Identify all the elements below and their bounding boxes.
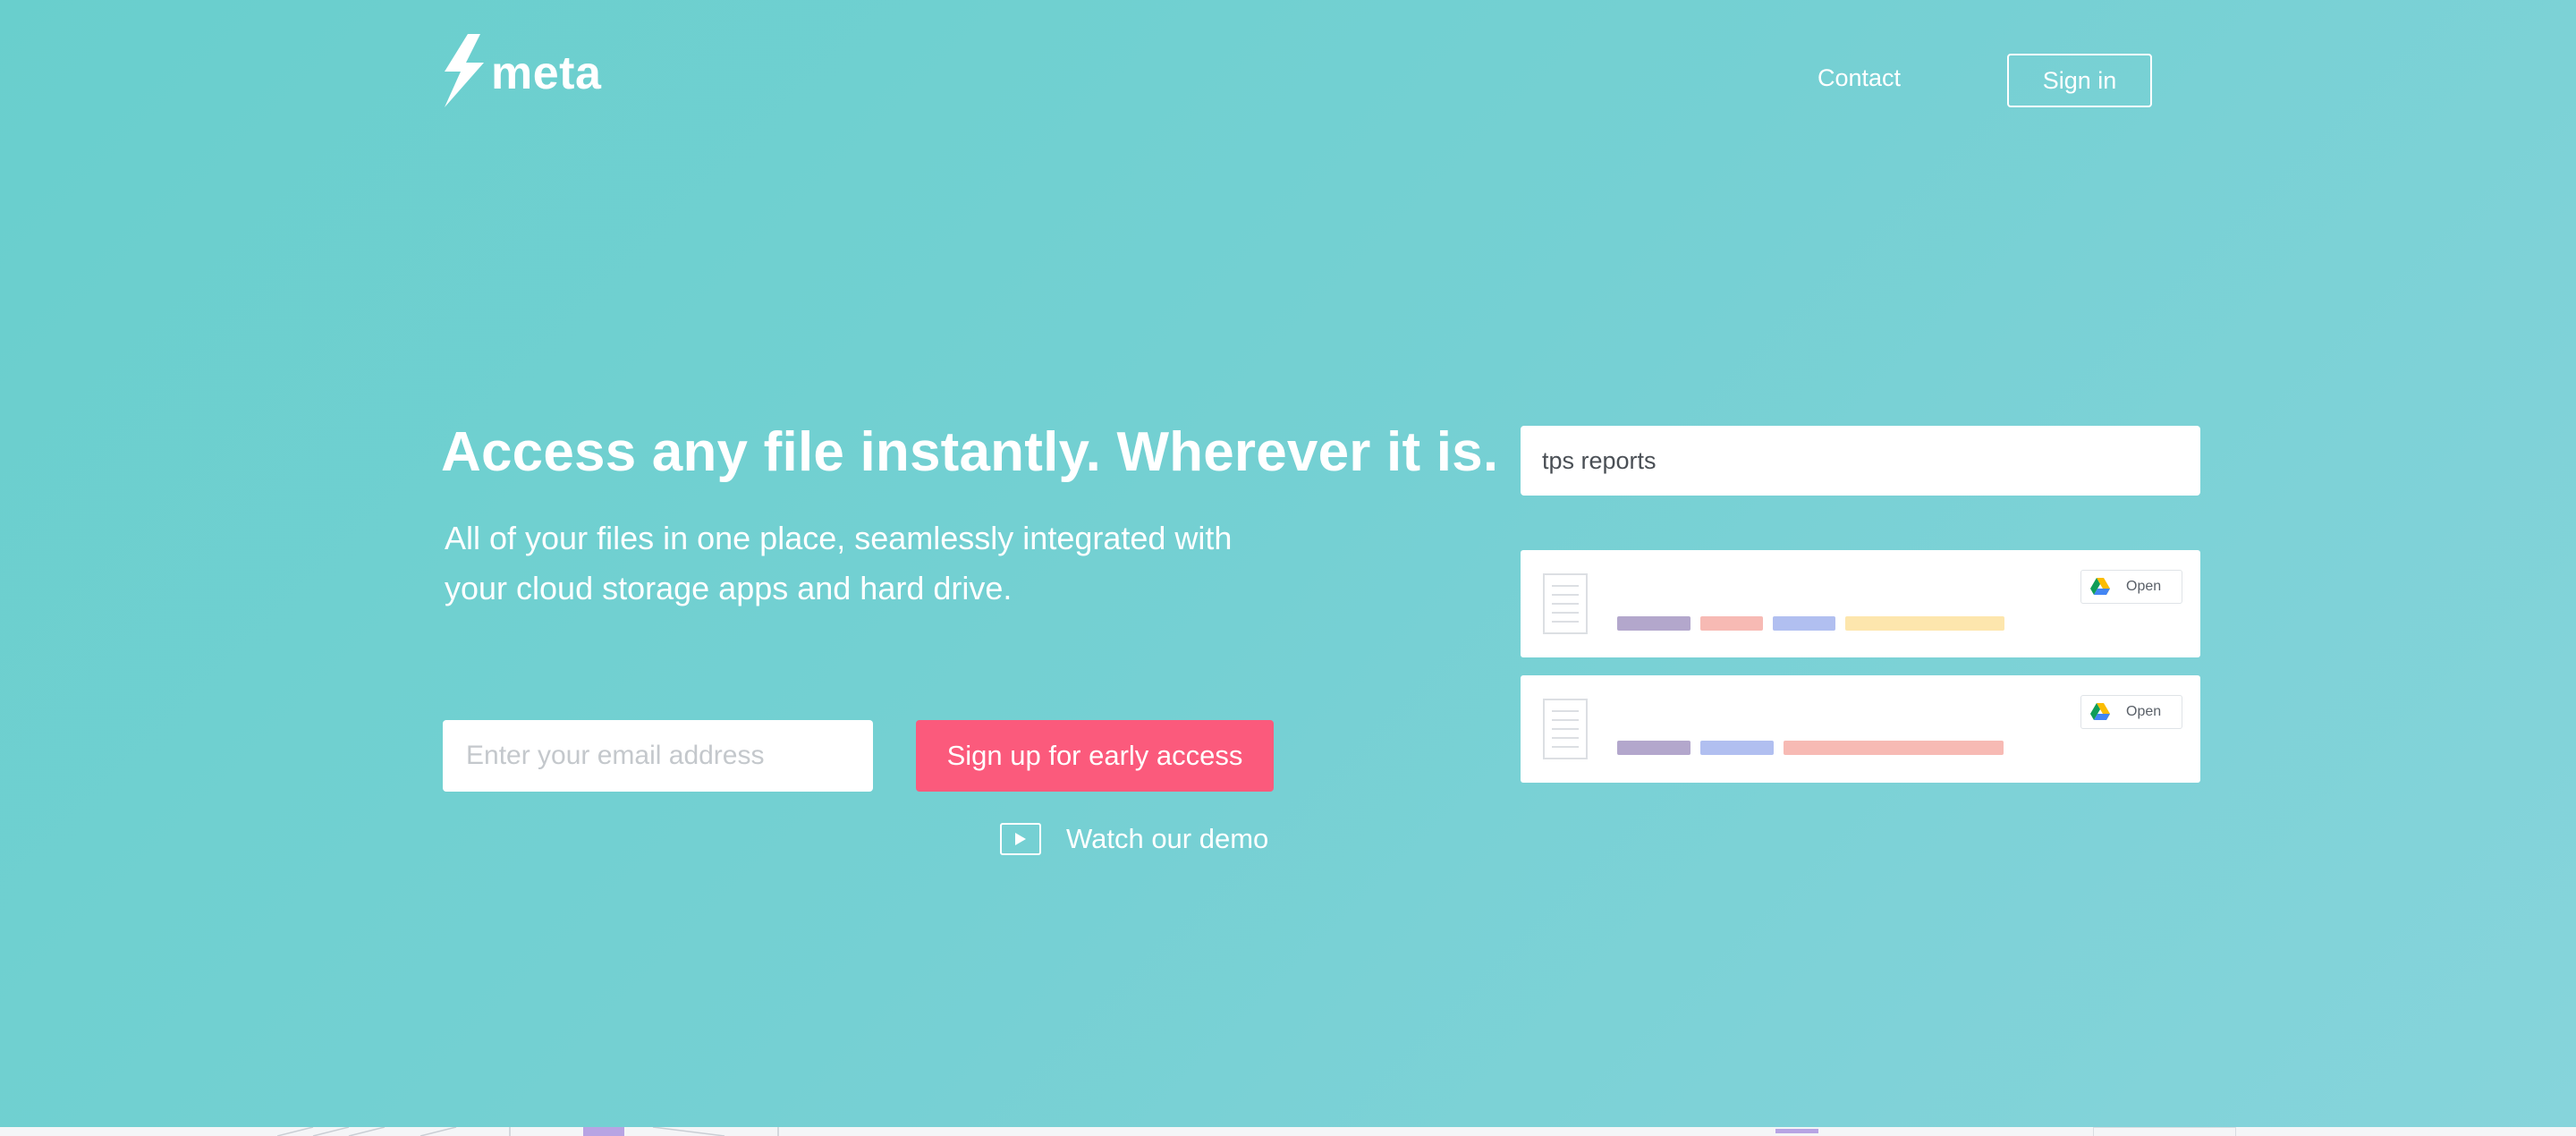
- hero-subhead: All of your files in one place, seamless…: [445, 513, 1339, 614]
- google-drive-icon: [2090, 578, 2110, 595]
- result-tag-bar: [1617, 741, 1690, 755]
- preview-result-card: Open: [1521, 550, 2200, 657]
- illustration-accent: [1775, 1129, 1818, 1133]
- play-icon: [1000, 823, 1041, 855]
- hero-subhead-line-2: your cloud storage apps and hard drive.: [445, 570, 1013, 606]
- open-button-label: Open: [2126, 704, 2162, 719]
- lightning-bolt-icon: [445, 34, 484, 107]
- google-drive-icon: [2090, 703, 2110, 720]
- watch-demo-link[interactable]: Watch our demo: [1000, 823, 1268, 855]
- result-tags: [1617, 616, 2014, 631]
- preview-search-box: tps reports: [1521, 426, 2200, 496]
- brand-name: meta: [491, 47, 602, 99]
- hero-subhead-line-1: All of your files in one place, seamless…: [445, 520, 1233, 556]
- preview-result-card: Open: [1521, 675, 2200, 783]
- next-section-edge: [0, 1127, 2576, 1136]
- hero-headline: Access any file instantly. Wherever it i…: [441, 421, 1499, 483]
- nav-contact-link[interactable]: Contact: [1818, 64, 1901, 92]
- watch-demo-label: Watch our demo: [1066, 823, 1269, 854]
- document-icon: [1543, 573, 1588, 639]
- open-button-label: Open: [2126, 579, 2162, 594]
- result-tag-bar: [1700, 616, 1763, 631]
- illustration-box: [2093, 1127, 2236, 1136]
- result-tag-bar: [1617, 616, 1690, 631]
- result-tag-bar: [1784, 741, 2004, 755]
- brand-logo[interactable]: meta: [441, 34, 601, 107]
- result-tag-bar: [1845, 616, 2004, 631]
- illustration-accent: [583, 1127, 624, 1136]
- result-tag-bar: [1773, 616, 1835, 631]
- result-tag-bar: [1700, 741, 1774, 755]
- preview-search-query: tps reports: [1542, 446, 1657, 474]
- result-tags: [1617, 741, 2013, 755]
- open-file-button[interactable]: Open: [2080, 695, 2182, 729]
- early-access-signup-button[interactable]: Sign up for early access: [916, 720, 1274, 792]
- sign-in-button[interactable]: Sign in: [2007, 54, 2152, 107]
- document-icon: [1543, 699, 1588, 764]
- open-file-button[interactable]: Open: [2080, 570, 2182, 604]
- email-input[interactable]: [443, 720, 873, 792]
